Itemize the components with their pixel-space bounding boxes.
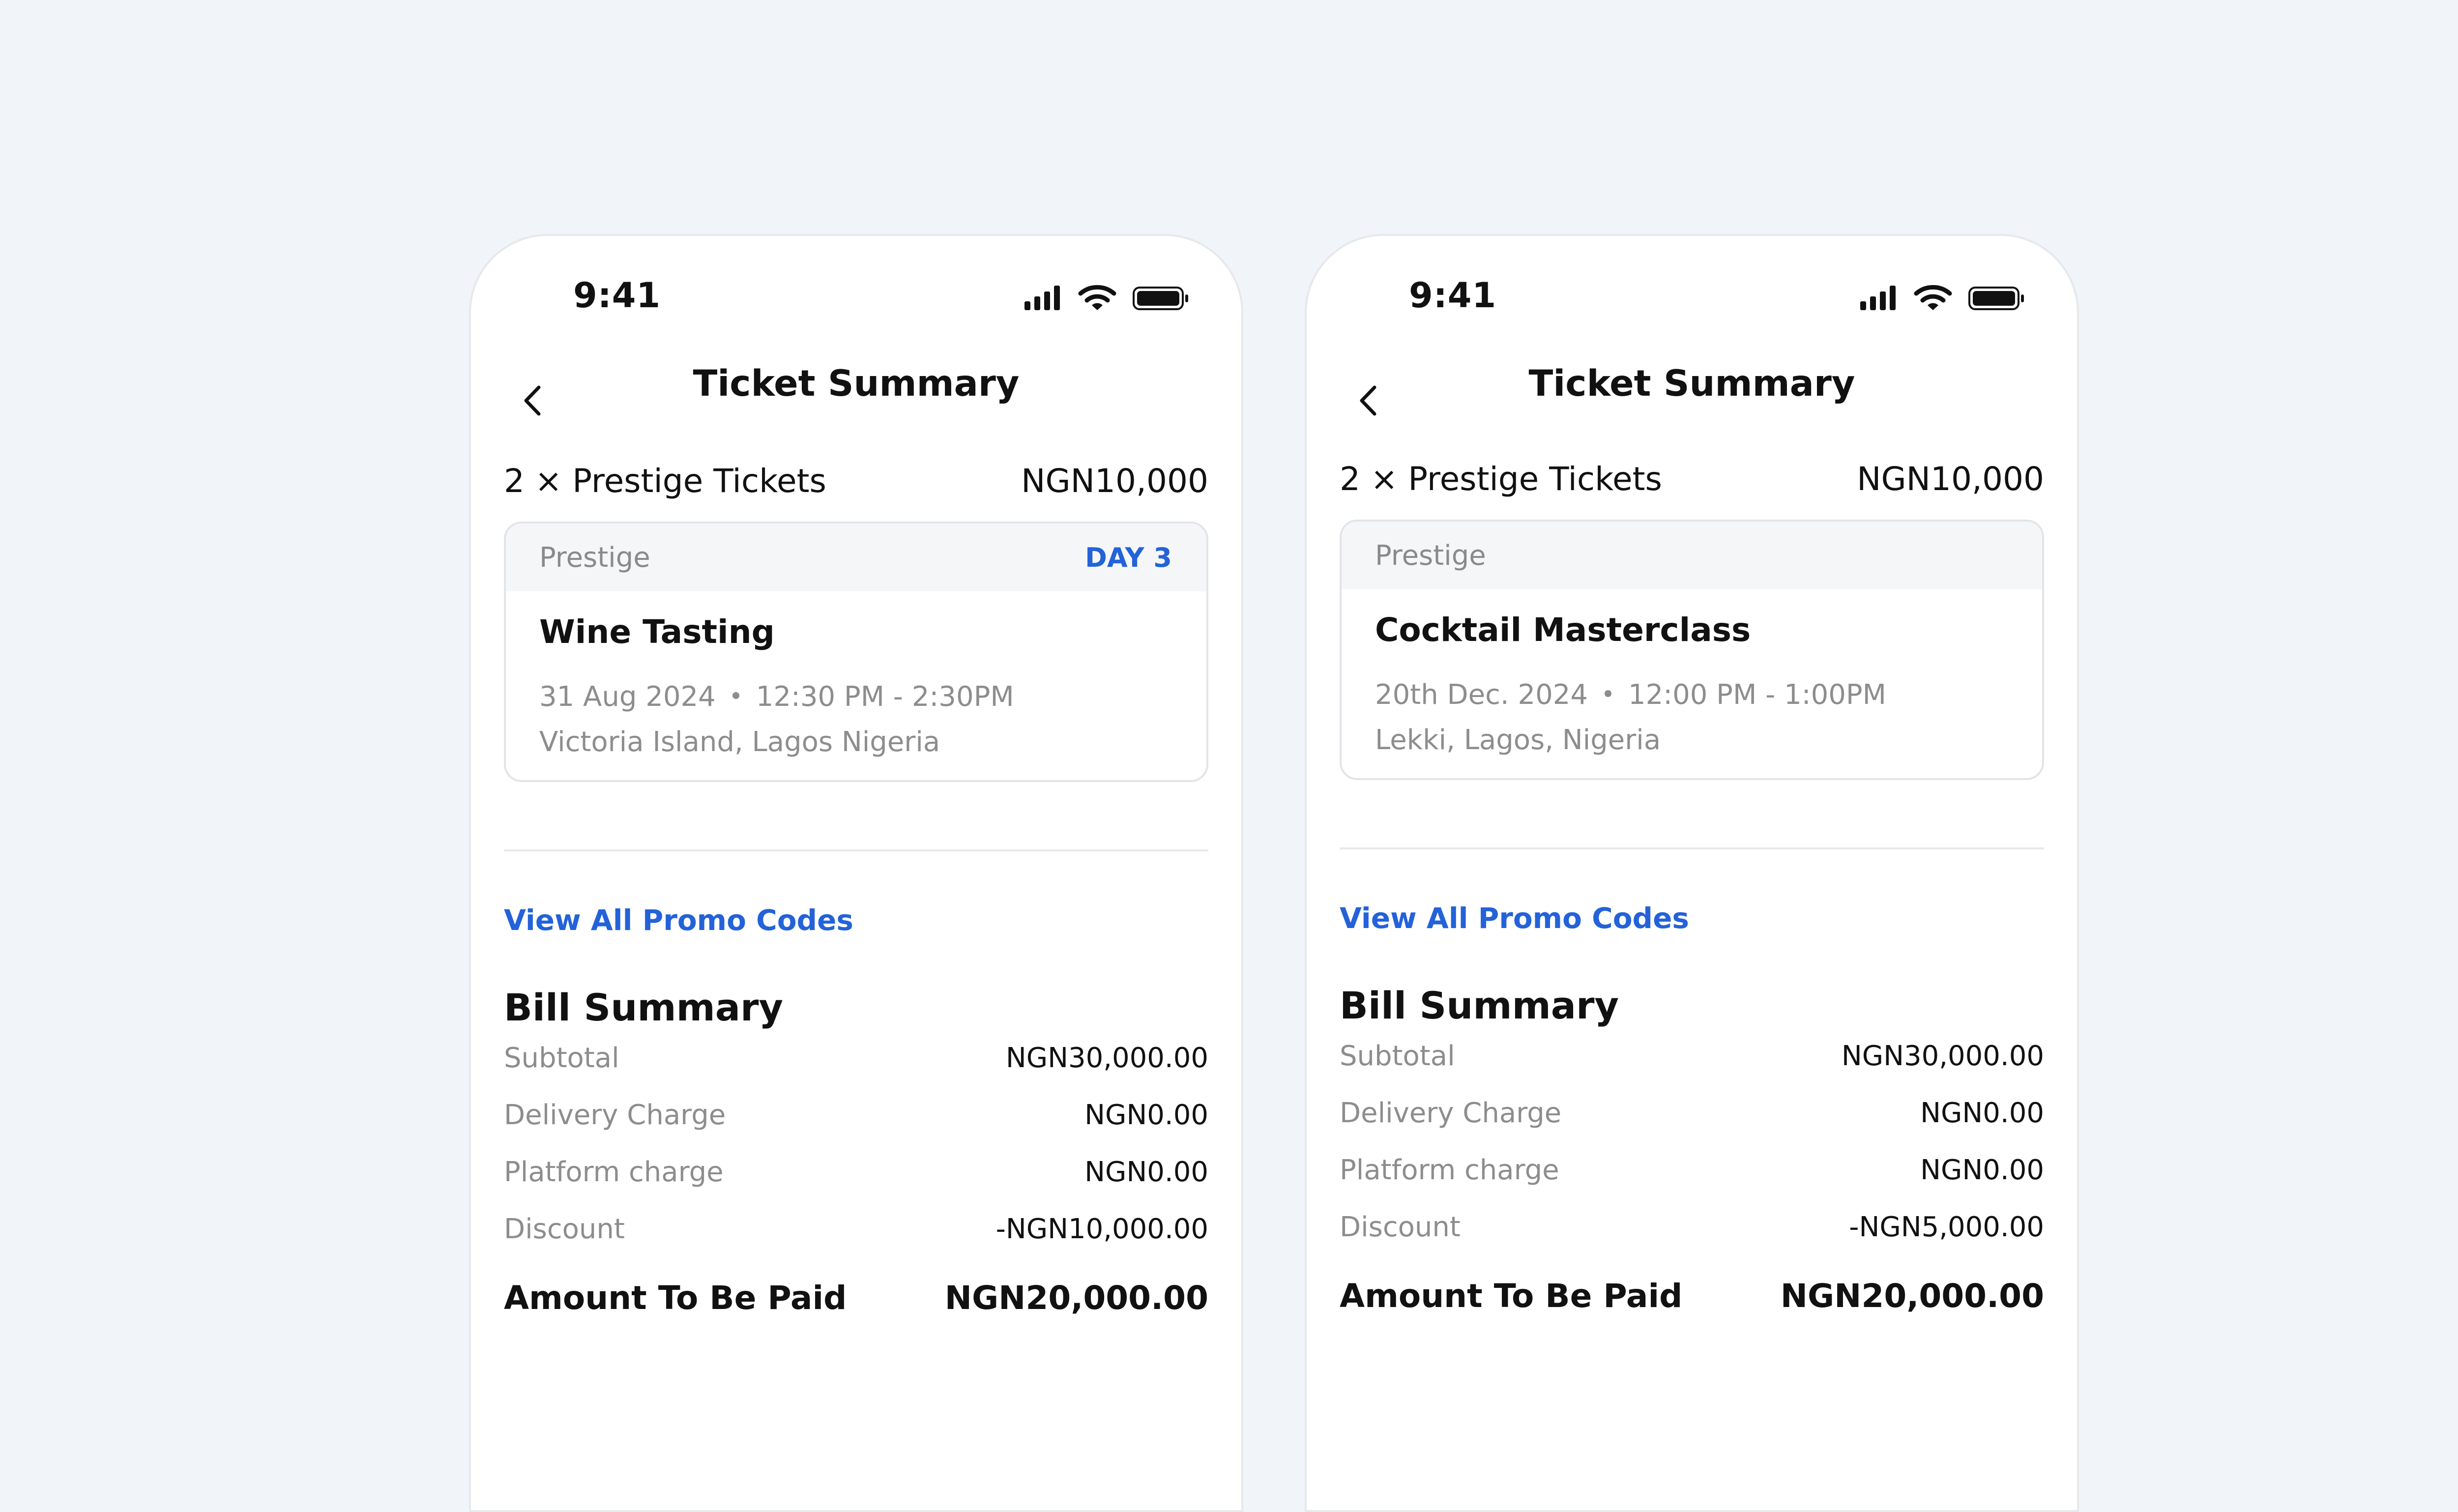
battery-icon — [1968, 287, 2024, 310]
bill-value: NGN0.00 — [1920, 1097, 2044, 1129]
ticket-quantity: 2 × Prestige Tickets — [504, 462, 826, 500]
status-icons — [1860, 284, 2027, 313]
status-icons — [1024, 284, 1192, 313]
bill-row-subtotal: Subtotal NGN30,000.00 — [1340, 1040, 2044, 1072]
total-label: Amount To Be Paid — [1340, 1277, 1683, 1315]
ticket-card-header: Prestige DAY 3 — [506, 523, 1206, 591]
page-title: Ticket Summary — [1528, 363, 1855, 405]
bill-label: Subtotal — [1340, 1040, 1455, 1072]
event-date: 20th Dec. 2024 — [1375, 679, 1588, 711]
status-time: 9:41 — [573, 275, 661, 316]
separator-dot — [732, 692, 739, 699]
bill-value: NGN30,000.00 — [1005, 1042, 1208, 1074]
phone-screen-cocktail-masterclass: 9:41 Ticket Summary 2 × Prestige Tickets… — [1305, 234, 2079, 1512]
bill-summary-heading: Bill Summary — [1340, 984, 1619, 1027]
bill-value: NGN30,000.00 — [1841, 1040, 2044, 1072]
view-promo-codes-link[interactable]: View All Promo Codes — [1340, 901, 1689, 935]
ticket-quantity: 2 × Prestige Tickets — [1340, 460, 1662, 498]
event-date: 31 Aug 2024 — [539, 681, 716, 713]
event-location: Lekki, Lagos, Nigeria — [1375, 724, 1661, 756]
view-promo-codes-link[interactable]: View All Promo Codes — [504, 903, 853, 937]
bill-value: NGN0.00 — [1084, 1156, 1208, 1188]
bill-value: NGN0.00 — [1084, 1099, 1208, 1131]
event-day-badge: DAY 3 — [1085, 542, 1172, 573]
ticket-tier: Prestige — [1375, 539, 1486, 572]
ticket-card-header: Prestige — [1342, 522, 2042, 589]
amount-to-pay-row: Amount To Be Paid NGN20,000.00 — [504, 1279, 1208, 1317]
bill-row-discount: Discount -NGN10,000.00 — [504, 1213, 1208, 1245]
ticket-tier: Prestige — [539, 541, 650, 574]
ticket-quantity-row: 2 × Prestige Tickets NGN10,000 — [1340, 460, 2044, 498]
total-value: NGN20,000.00 — [944, 1279, 1208, 1317]
phone-screen-wine-tasting: 9:41 Ticket Summary 2 × Prestige Tickets… — [469, 234, 1243, 1512]
divider — [1340, 847, 2044, 849]
bill-row-platform: Platform charge NGN0.00 — [1340, 1154, 2044, 1186]
total-label: Amount To Be Paid — [504, 1279, 847, 1317]
bill-label: Discount — [504, 1213, 625, 1245]
ticket-card: Prestige DAY 3 Wine Tasting 31 Aug 2024 1… — [504, 522, 1208, 782]
event-name: Cocktail Masterclass — [1375, 611, 1751, 649]
battery-icon — [1133, 287, 1188, 310]
total-value: NGN20,000.00 — [1780, 1277, 2044, 1315]
event-time: 12:30 PM - 2:30PM — [756, 681, 1014, 713]
signal-icon — [1024, 286, 1060, 310]
bill-label: Delivery Charge — [1340, 1097, 1562, 1129]
ticket-price: NGN10,000 — [1857, 460, 2044, 498]
event-datetime: 31 Aug 2024 12:30 PM - 2:30PM — [539, 674, 1173, 720]
signal-icon — [1860, 286, 1896, 310]
bill-summary-heading: Bill Summary — [504, 986, 784, 1029]
status-time: 9:41 — [1409, 275, 1497, 316]
bill-value: -NGN5,000.00 — [1849, 1211, 2044, 1243]
bill-row-delivery: Delivery Charge NGN0.00 — [504, 1099, 1208, 1131]
ticket-price: NGN10,000 — [1021, 462, 1208, 500]
wifi-icon — [1078, 285, 1116, 310]
separator-dot — [1605, 690, 1611, 697]
bill-row-platform: Platform charge NGN0.00 — [504, 1156, 1208, 1188]
divider — [504, 849, 1208, 851]
event-name: Wine Tasting — [539, 613, 775, 651]
bill-row-discount: Discount -NGN5,000.00 — [1340, 1211, 2044, 1243]
bill-value: NGN0.00 — [1920, 1154, 2044, 1186]
event-location: Victoria Island, Lagos Nigeria — [539, 726, 940, 758]
bill-label: Platform charge — [504, 1156, 724, 1188]
page-title: Ticket Summary — [693, 363, 1020, 405]
bill-label: Delivery Charge — [504, 1099, 726, 1131]
bill-label: Platform charge — [1340, 1154, 1559, 1186]
wifi-icon — [1914, 285, 1952, 310]
event-time: 12:00 PM - 1:00PM — [1628, 679, 1886, 711]
amount-to-pay-row: Amount To Be Paid NGN20,000.00 — [1340, 1277, 2044, 1315]
bill-row-delivery: Delivery Charge NGN0.00 — [1340, 1097, 2044, 1129]
ticket-quantity-row: 2 × Prestige Tickets NGN10,000 — [504, 462, 1208, 500]
event-datetime: 20th Dec. 2024 12:00 PM - 1:00PM — [1375, 672, 2009, 718]
bill-row-subtotal: Subtotal NGN30,000.00 — [504, 1042, 1208, 1074]
bill-label: Subtotal — [504, 1042, 619, 1074]
bill-value: -NGN10,000.00 — [995, 1213, 1208, 1245]
bill-label: Discount — [1340, 1211, 1461, 1243]
ticket-card: Prestige Cocktail Masterclass 20th Dec. … — [1340, 520, 2044, 780]
